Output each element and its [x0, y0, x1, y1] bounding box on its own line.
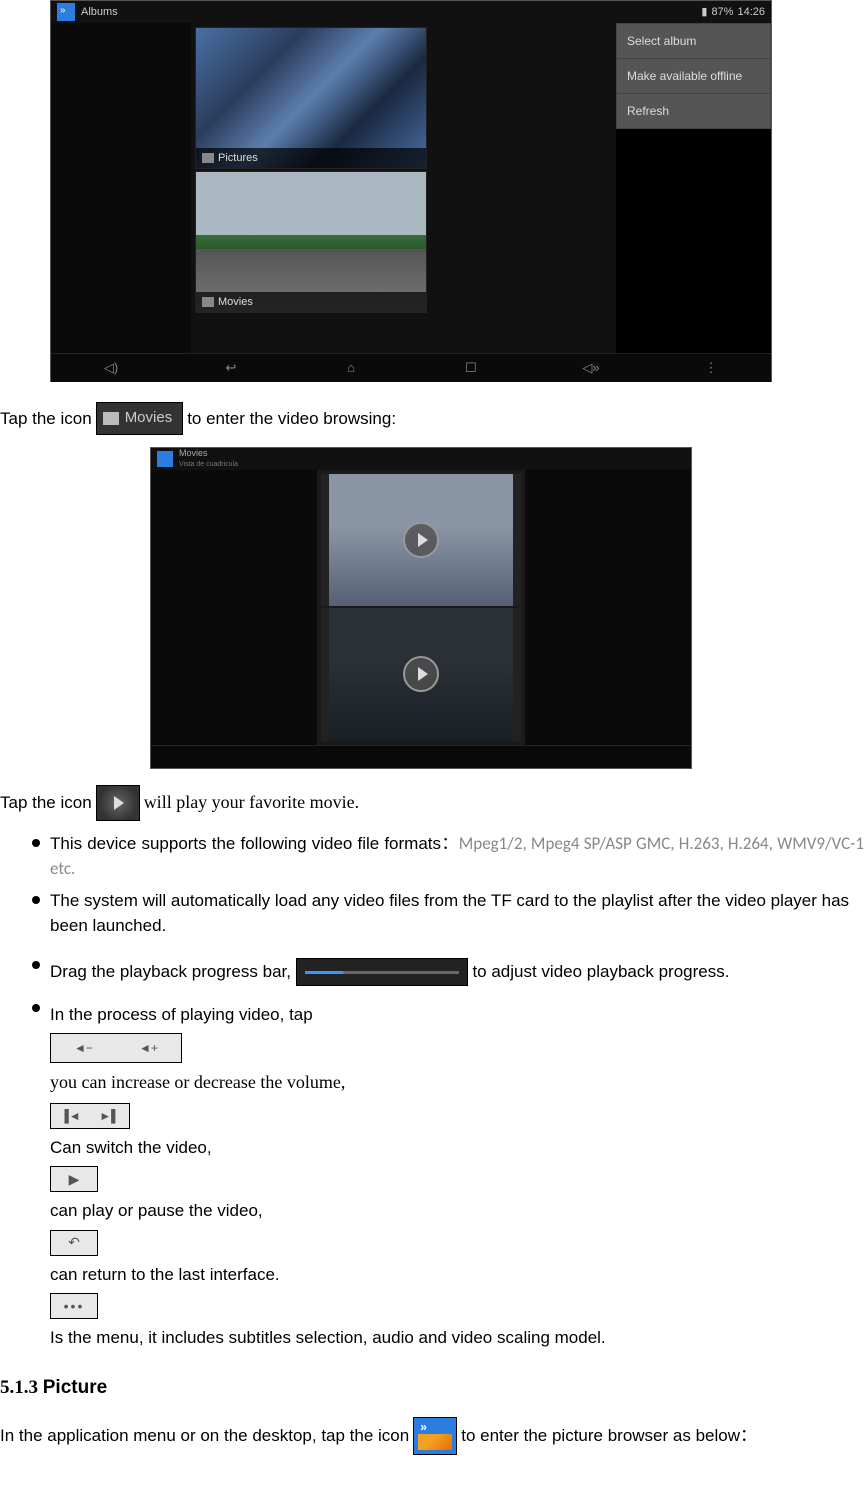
return-icon: ↶: [50, 1230, 98, 1256]
bullet-icon: [32, 839, 40, 847]
context-menu: Select album Make available offline Refr…: [616, 23, 771, 129]
progress-bar-icon: [296, 958, 468, 986]
text: ,: [207, 1138, 212, 1157]
menu-refresh[interactable]: Refresh: [617, 94, 770, 128]
video-filmstrip: [317, 470, 525, 745]
vol-up-icon: ◄+: [139, 1035, 158, 1061]
gallery-app-icon: [57, 3, 75, 21]
bullet-formats: This device supports the following video…: [0, 831, 864, 882]
prev-icon: ▐◄: [60, 1103, 80, 1129]
sidebar-empty: [51, 23, 191, 353]
text: to enter the picture browser as below：: [461, 1423, 757, 1449]
play-icon: [403, 656, 439, 692]
text: can play or pause the video,: [50, 1201, 263, 1220]
bullet-icon: [32, 1004, 40, 1012]
nav-back-icon[interactable]: ↩: [222, 358, 240, 378]
screen-title: Albums: [81, 4, 118, 21]
text: you can increase or decrease the volume,: [50, 1072, 345, 1092]
bullet-autoload: The system will automatically load any v…: [0, 888, 864, 939]
text: will play your favorite movie.: [144, 789, 359, 816]
text: Tap the icon: [0, 406, 92, 432]
section-heading: 5.1.3 Picture: [0, 1374, 864, 1403]
paragraph-picture: In the application menu or on the deskto…: [0, 1417, 864, 1455]
video-thumb[interactable]: [321, 474, 521, 607]
nav-volume-down-icon[interactable]: ◁): [102, 358, 120, 378]
bullet-progress: Drag the playback progress bar, to adjus…: [0, 953, 864, 990]
text: Is the menu, it includes subtitles selec…: [50, 1328, 606, 1347]
text: In the process of playing video, tap: [50, 1005, 313, 1024]
nav-home-icon[interactable]: ⌂: [342, 358, 360, 378]
text: This device supports the following video…: [50, 834, 459, 853]
play-icon: ▶: [69, 1164, 80, 1195]
movies-label: Movies: [125, 407, 173, 430]
text: Tap the icon: [0, 790, 92, 816]
ss2-subtitle: Vista de cuadricula: [179, 460, 238, 471]
thumb-label: Pictures: [218, 150, 258, 167]
menu-select-album[interactable]: Select album: [617, 24, 770, 59]
android-nav-bar: [151, 745, 691, 768]
prev-next-icon: ▐◄ ►▌: [50, 1103, 130, 1129]
battery-percent: 87%: [711, 4, 733, 21]
movies-folder-icon: Movies: [96, 402, 184, 435]
menu-dots-icon: •••: [50, 1293, 98, 1319]
album-thumb-movies[interactable]: Movies: [195, 171, 427, 313]
vol-down-icon: ◄−: [74, 1035, 93, 1061]
folder-icon: [202, 153, 214, 163]
thumb-label: Movies: [218, 294, 253, 311]
albums-screenshot: Albums ▮ 87% 14:26 Pictures Movies Selec…: [50, 0, 772, 382]
nav-recent-icon[interactable]: ☐: [462, 358, 480, 378]
play-button-icon: [96, 785, 140, 821]
ss2-header: Movies Vista de cuadricula: [151, 448, 691, 470]
text: Can switch the video: [50, 1138, 207, 1157]
bullet-icon: [32, 961, 40, 969]
text: can return to the last interface.: [50, 1265, 280, 1284]
ss2-title: Movies: [179, 447, 238, 461]
play-icon: [403, 522, 439, 558]
bullet-controls: In the process of playing video, tap ◄− …: [0, 996, 864, 1357]
dots-icon: •••: [64, 1291, 85, 1322]
text: to adjust video playback progress.: [472, 962, 729, 981]
bullet-icon: [32, 896, 40, 904]
menu-offline[interactable]: Make available offline: [617, 59, 770, 94]
folder-icon: [202, 297, 214, 307]
heading-number: 5.1.3: [0, 1377, 43, 1398]
folder-icon: [103, 412, 119, 425]
text: The system will automatically load any v…: [50, 888, 864, 939]
status-bar: Albums ▮ 87% 14:26: [51, 1, 771, 23]
clock: 14:26: [737, 4, 765, 21]
text: to enter the video browsing:: [187, 406, 396, 432]
video-browser-screenshot: Movies Vista de cuadricula: [150, 447, 692, 769]
next-icon: ►▌: [99, 1103, 119, 1129]
video-thumb[interactable]: [321, 608, 521, 741]
nav-menu-icon[interactable]: ⋮: [702, 358, 720, 378]
nav-volume-up-icon[interactable]: ◁»: [582, 358, 600, 378]
text: In the application menu or on the deskto…: [0, 1423, 409, 1449]
play-pause-icon: ▶: [50, 1166, 98, 1192]
gallery-app-icon: [413, 1417, 457, 1455]
volume-buttons-icon: ◄− ◄+: [50, 1033, 182, 1063]
battery-icon: ▮: [701, 4, 707, 21]
heading-title: Picture: [43, 1377, 107, 1398]
gallery-app-icon: [157, 451, 173, 467]
android-nav-bar: ◁) ↩ ⌂ ☐ ◁» ⋮: [51, 353, 771, 382]
paragraph-tap-play: Tap the icon will play your favorite mov…: [0, 785, 864, 821]
text: Drag the playback progress bar,: [50, 962, 291, 981]
paragraph-tap-movies: Tap the icon Movies to enter the video b…: [0, 402, 864, 435]
back-arrow-icon: ↶: [68, 1227, 80, 1258]
album-thumb-pictures[interactable]: Pictures: [195, 27, 427, 169]
